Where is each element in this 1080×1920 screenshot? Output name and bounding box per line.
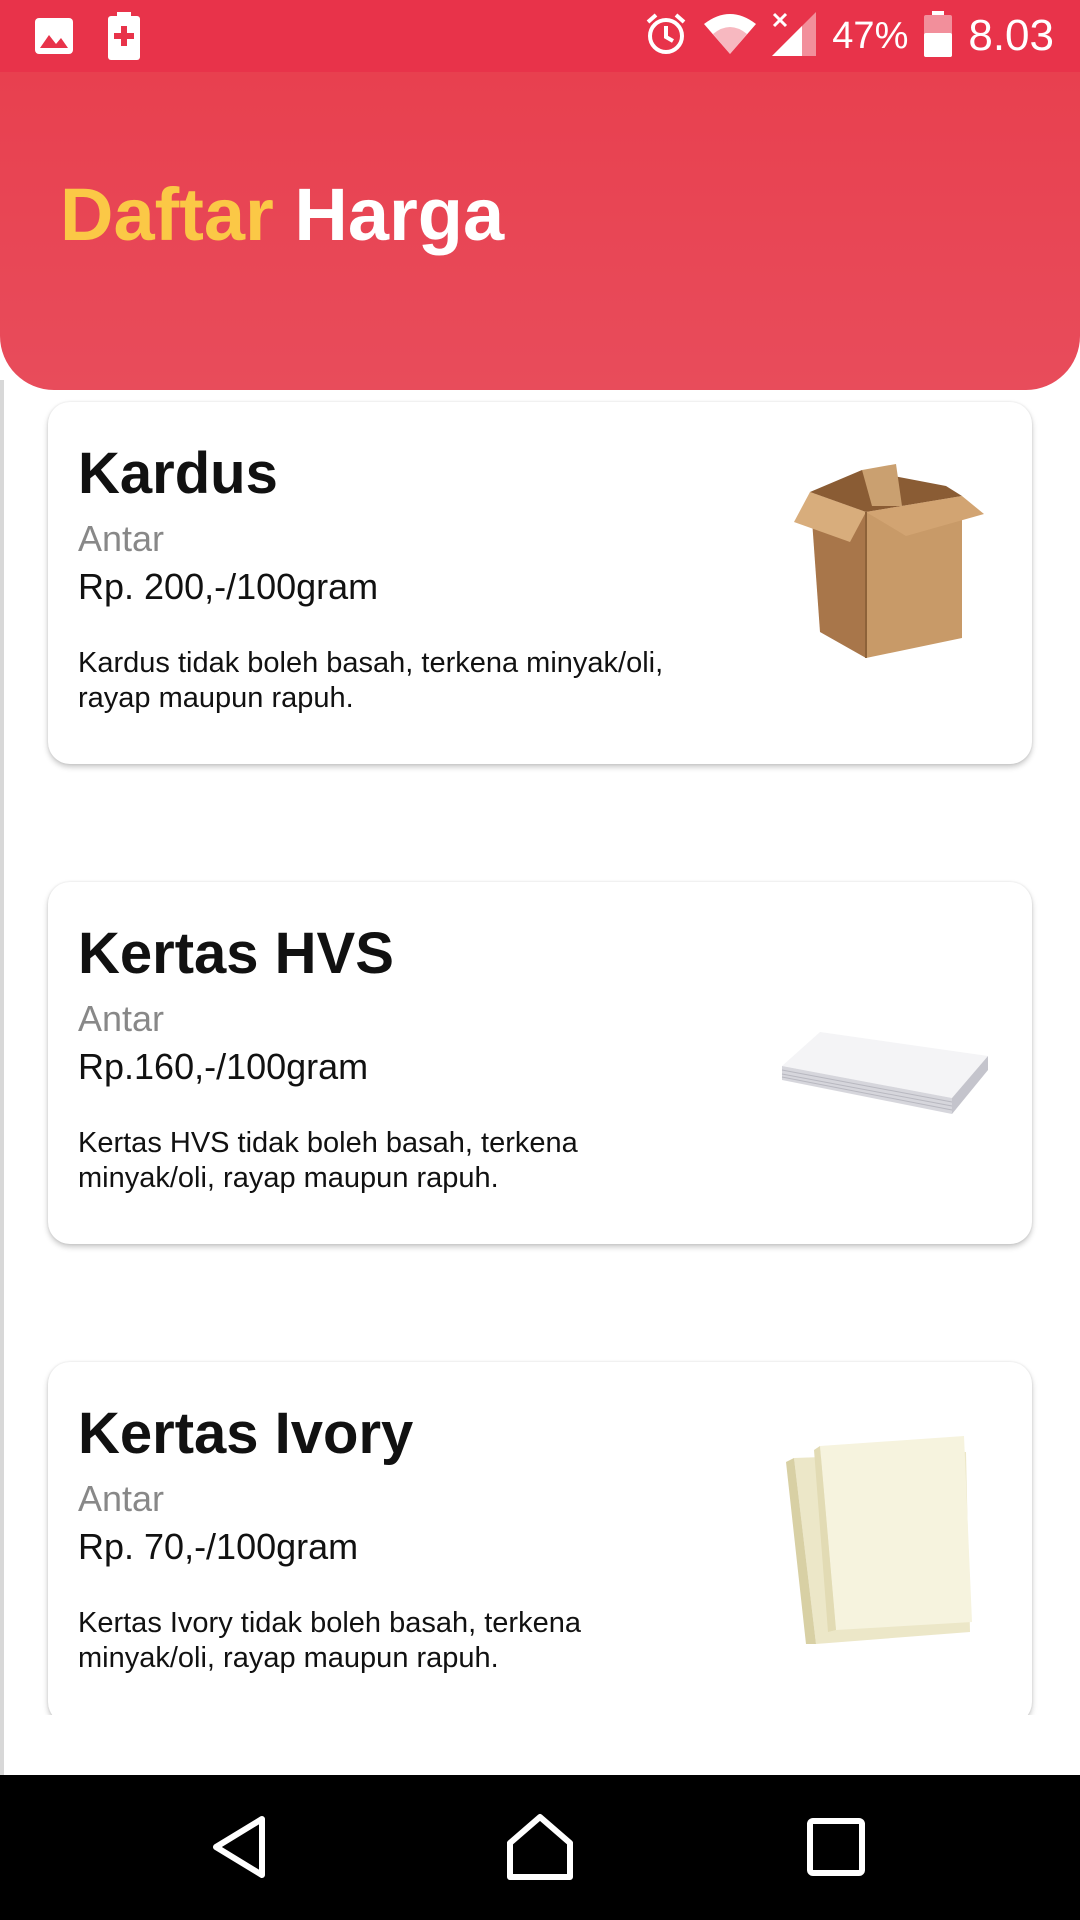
- item-name: Kertas Ivory: [78, 1401, 414, 1466]
- home-icon[interactable]: [504, 1811, 576, 1883]
- item-price: Rp.160,-/100gram: [78, 1046, 369, 1087]
- clock: 8.03: [968, 11, 1054, 60]
- navigation-bar: [0, 1775, 1080, 1920]
- paper-stack-image: [776, 942, 996, 1162]
- price-card-kertas-ivory[interactable]: Kertas Ivory Antar Rp. 70,-/100gram Kert…: [48, 1362, 1032, 1715]
- price-card-kertas-hvs[interactable]: Kertas HVS Antar Rp.160,-/100gram Kertas…: [48, 882, 1032, 1244]
- item-price: Rp. 70,-/100gram: [78, 1526, 359, 1567]
- battery-saver-icon: [108, 12, 140, 65]
- item-mode: Antar: [78, 998, 165, 1039]
- back-icon[interactable]: [204, 1811, 276, 1883]
- alarm-icon: [644, 12, 688, 61]
- page-title: Daftar Harga: [60, 172, 504, 257]
- header: Daftar Harga: [0, 72, 1080, 390]
- item-description: Kertas HVS tidak boleh basah, terkena mi…: [78, 1127, 578, 1194]
- price-card-kardus[interactable]: Kardus Antar Rp. 200,-/100gram Kardus ti…: [48, 402, 1032, 764]
- price-list[interactable]: Kardus Antar Rp. 200,-/100gram Kardus ti…: [0, 390, 1080, 1715]
- cardboard-box-image: [776, 462, 996, 682]
- ivory-paper-image: [776, 1422, 996, 1644]
- item-name: Kertas HVS: [78, 921, 394, 986]
- item-description: Kertas Ivory tidak boleh basah, terkena …: [78, 1607, 581, 1674]
- page-title-main: Harga: [294, 173, 505, 256]
- battery-icon: [924, 10, 953, 62]
- item-mode: Antar: [78, 518, 165, 559]
- status-bar: 47% 8.03: [0, 0, 1080, 72]
- page-title-accent: Daftar: [60, 173, 274, 256]
- item-mode: Antar: [78, 1478, 165, 1519]
- signal-icon: [772, 11, 817, 61]
- item-name: Kardus: [78, 441, 278, 506]
- item-description: Kardus tidak boleh basah, terkena minyak…: [78, 647, 664, 714]
- wifi-icon: [704, 13, 757, 59]
- image-icon: [34, 17, 74, 60]
- item-price: Rp. 200,-/100gram: [78, 566, 379, 607]
- recents-icon[interactable]: [800, 1811, 872, 1883]
- battery-percent: 47%: [832, 14, 909, 57]
